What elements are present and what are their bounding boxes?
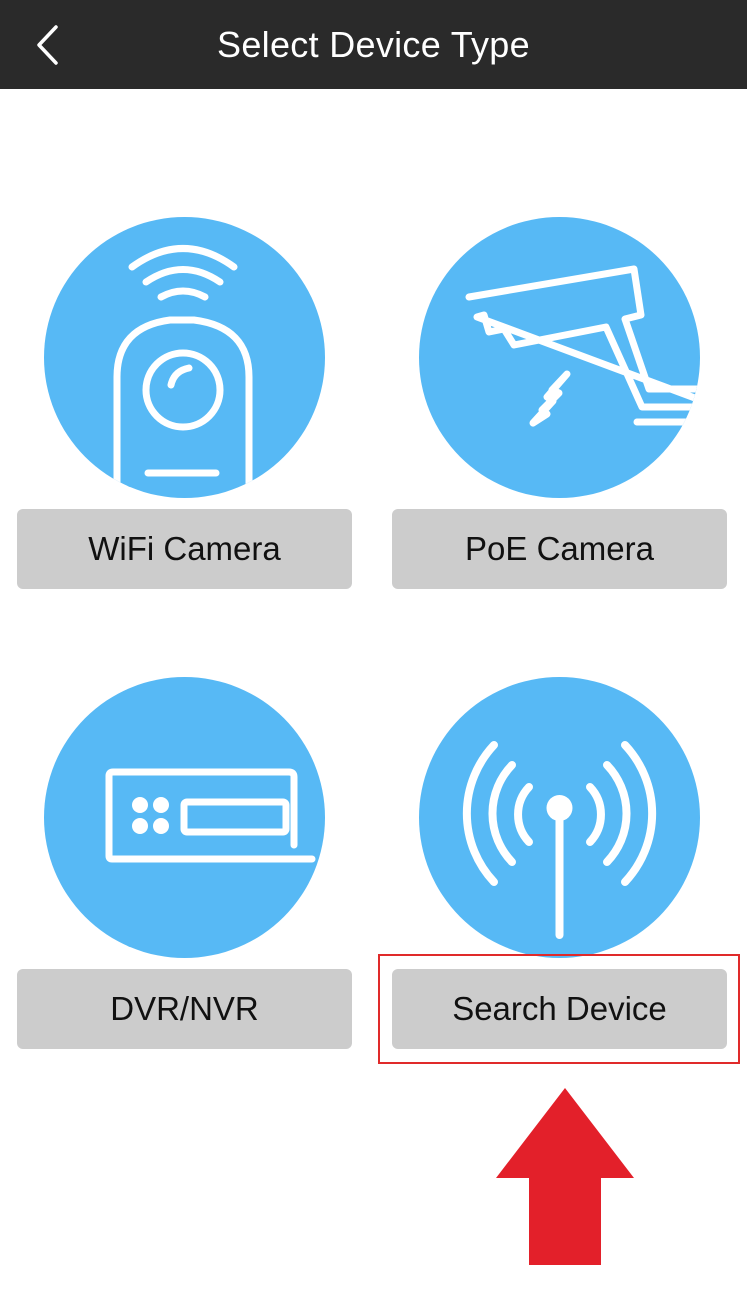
antenna-signal-icon bbox=[419, 677, 700, 958]
poe-camera-icon bbox=[419, 217, 700, 498]
dvr-nvr-icon bbox=[44, 677, 325, 958]
wifi-camera-button[interactable]: WiFi Camera bbox=[17, 509, 352, 589]
wifi-camera-icon bbox=[44, 217, 325, 498]
dvr-nvr-tile-image[interactable] bbox=[44, 677, 325, 958]
page-title: Select Device Type bbox=[217, 24, 530, 65]
highlight-frame bbox=[378, 954, 740, 1064]
nav-bar: Select Device Type bbox=[0, 0, 747, 89]
up-arrow-icon bbox=[496, 1088, 634, 1265]
search-device-tile-image[interactable] bbox=[419, 677, 700, 958]
poe-camera-tile-image[interactable] bbox=[419, 217, 700, 498]
wifi-camera-tile-image[interactable] bbox=[44, 217, 325, 498]
poe-camera-button[interactable]: PoE Camera bbox=[392, 509, 727, 589]
dvr-nvr-button[interactable]: DVR/NVR bbox=[17, 969, 352, 1049]
app-screen: Select Device Type WiFi Camera PoE Camer… bbox=[0, 0, 747, 1295]
